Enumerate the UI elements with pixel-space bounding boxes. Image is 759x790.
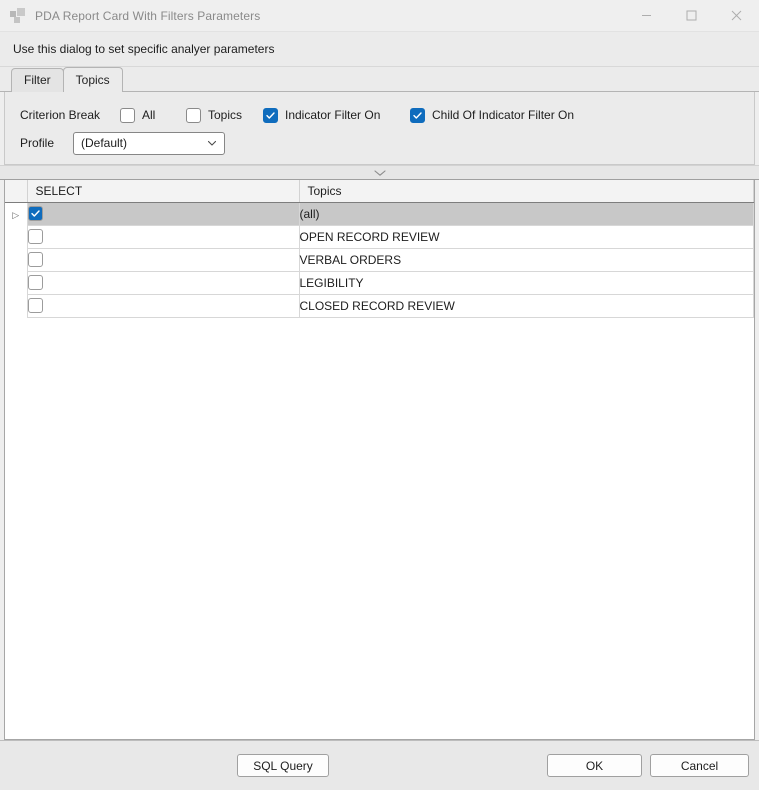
- checkbox-topics-label: Topics: [208, 108, 243, 122]
- table-row[interactable]: VERBAL ORDERS: [5, 248, 754, 272]
- window-controls: [624, 0, 759, 31]
- table-row[interactable]: LEGIBILITY: [5, 271, 754, 295]
- minimize-icon[interactable]: [624, 0, 669, 31]
- profile-dropdown[interactable]: (Default): [73, 131, 225, 155]
- row-select-checkbox[interactable]: [27, 229, 43, 245]
- row-select-checkbox[interactable]: [27, 275, 43, 291]
- row-select-cell[interactable]: [27, 294, 300, 318]
- instruction-band: Use this dialog to set specific analyer …: [0, 32, 759, 67]
- table-row[interactable]: OPEN RECORD REVIEW: [5, 225, 754, 249]
- row-marker-cell: [5, 294, 28, 317]
- instruction-text: Use this dialog to set specific analyer …: [13, 42, 275, 56]
- checkbox-child-of-indicator-filter-on-box[interactable]: [410, 107, 425, 123]
- checkbox-indicator-filter-on-label: Indicator Filter On: [285, 108, 381, 122]
- row-topic-cell: (all): [299, 202, 754, 226]
- app-squares-icon: [10, 7, 26, 24]
- row-select-cell[interactable]: [27, 271, 300, 295]
- table-row[interactable]: CLOSED RECORD REVIEW: [5, 294, 754, 318]
- topics-grid: SELECT Topics ▷ (all) OPEN RECORD REVIEW…: [5, 180, 754, 318]
- checkbox-child-of-indicator-filter-on-label: Child Of Indicator Filter On: [432, 108, 575, 122]
- table-row[interactable]: ▷ (all): [5, 202, 754, 226]
- window-title: PDA Report Card With Filters Parameters: [35, 8, 261, 23]
- tab-strip: Filter Topics: [0, 67, 759, 92]
- criterion-break-row: Criterion Break All Topics Indicator Fil…: [5, 104, 754, 126]
- row-topic-cell: OPEN RECORD REVIEW: [299, 225, 754, 249]
- row-marker-cell: ▷: [5, 202, 28, 225]
- checkbox-topics-box[interactable]: [186, 107, 201, 123]
- grid-body: ▷ (all) OPEN RECORD REVIEW VERBAL ORDERS…: [5, 202, 754, 318]
- checkbox-all[interactable]: All: [120, 107, 186, 123]
- checkbox-topics[interactable]: Topics: [186, 107, 263, 123]
- title-bar: PDA Report Card With Filters Parameters: [0, 0, 759, 32]
- row-select-cell[interactable]: [27, 225, 300, 249]
- row-topic-cell: VERBAL ORDERS: [299, 248, 754, 272]
- row-marker-cell: [5, 248, 28, 271]
- tab-filter[interactable]: Filter: [11, 68, 64, 92]
- row-select-checkbox[interactable]: [27, 252, 43, 268]
- row-select-cell[interactable]: [27, 202, 300, 226]
- dialog-footer: SQL Query OK Cancel: [0, 740, 759, 790]
- row-select-checkbox[interactable]: [27, 206, 43, 222]
- checkbox-all-label: All: [142, 108, 156, 122]
- grid-header-row: SELECT Topics: [5, 180, 754, 203]
- topics-grid-area: SELECT Topics ▷ (all) OPEN RECORD REVIEW…: [4, 180, 755, 740]
- profile-row: Profile (Default): [5, 131, 754, 155]
- criterion-break-label: Criterion Break: [20, 108, 101, 122]
- tab-topics[interactable]: Topics: [62, 67, 123, 92]
- chevron-down-icon[interactable]: [206, 137, 218, 149]
- profile-value: (Default): [81, 136, 128, 150]
- row-marker-cell: [5, 271, 28, 294]
- row-topic-cell: LEGIBILITY: [299, 271, 754, 295]
- sql-query-button[interactable]: SQL Query: [237, 754, 329, 777]
- grid-header: SELECT Topics: [5, 180, 754, 203]
- ok-button[interactable]: OK: [547, 754, 642, 777]
- checkbox-all-box[interactable]: [120, 107, 135, 123]
- profile-label: Profile: [20, 136, 55, 150]
- close-icon[interactable]: [714, 0, 759, 31]
- row-select-cell[interactable]: [27, 248, 300, 272]
- row-select-checkbox[interactable]: [27, 298, 43, 314]
- checkbox-indicator-filter-on[interactable]: Indicator Filter On: [263, 107, 410, 123]
- grid-header-select[interactable]: SELECT: [27, 180, 300, 203]
- row-marker-cell: [5, 225, 28, 248]
- current-row-arrow-icon: ▷: [12, 209, 20, 220]
- checkbox-indicator-filter-on-box[interactable]: [263, 107, 278, 123]
- row-topic-cell: CLOSED RECORD REVIEW: [299, 294, 754, 318]
- checkbox-child-of-indicator-filter-on[interactable]: Child Of Indicator Filter On: [410, 107, 575, 123]
- grid-header-topics[interactable]: Topics: [299, 180, 754, 203]
- panel-collapse-splitter[interactable]: [0, 165, 759, 180]
- dialog-window: PDA Report Card With Filters Parameters …: [0, 0, 759, 790]
- cancel-button[interactable]: Cancel: [650, 754, 749, 777]
- grid-header-indicator: [5, 180, 28, 203]
- parameters-panel: Criterion Break All Topics Indicator Fil…: [4, 92, 755, 165]
- maximize-icon[interactable]: [669, 0, 714, 31]
- chevron-down-icon[interactable]: [373, 169, 387, 177]
